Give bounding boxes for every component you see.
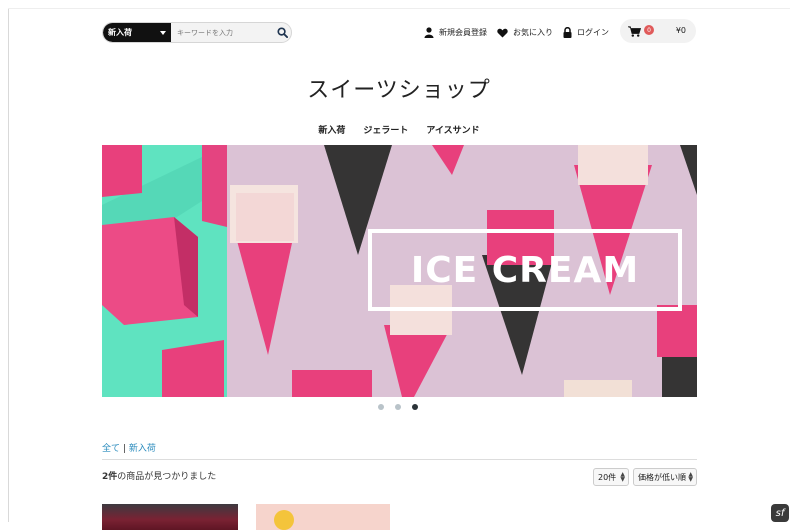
- hero-banner[interactable]: ICE CREAM: [102, 145, 697, 397]
- lemon-slice-image: [274, 510, 294, 530]
- signup-label: 新規会員登録: [439, 28, 487, 37]
- cart-total: ¥0: [675, 26, 686, 35]
- sort-value: 価格が低い順: [638, 472, 686, 482]
- select-arrows-icon: ▲ ▼: [620, 471, 625, 483]
- header-nav: 新規会員登録 お気に入り ログイン: [424, 22, 619, 43]
- breadcrumb-separator: |: [122, 444, 126, 454]
- category-nav: 新入荷 ジェラート アイスサンド: [0, 123, 798, 136]
- cart-count-badge: 0: [644, 25, 654, 35]
- results-count: 2件: [102, 472, 118, 482]
- carousel-dot-2[interactable]: [395, 404, 401, 410]
- breadcrumb: 全て | 新入荷: [102, 441, 156, 454]
- cart-button[interactable]: 0 ¥0: [620, 19, 696, 43]
- heart-icon: [497, 28, 508, 38]
- breadcrumb-current[interactable]: 新入荷: [129, 444, 156, 454]
- favorites-label: お気に入り: [513, 28, 553, 37]
- carousel-dot-1[interactable]: [378, 404, 384, 410]
- shop-title: スイーツショップ: [307, 78, 491, 103]
- category-select[interactable]: 新入荷: [103, 23, 171, 42]
- search-bar: 新入荷: [102, 22, 292, 43]
- category-ice-sandwich[interactable]: アイスサンド: [426, 123, 479, 136]
- login-link[interactable]: ログイン: [563, 27, 609, 38]
- sort-select[interactable]: 価格が低い順 ▲ ▼: [633, 468, 697, 486]
- signup-link[interactable]: 新規会員登録: [424, 27, 487, 38]
- product-thumbnail-2[interactable]: [256, 504, 390, 530]
- symfony-debug-icon[interactable]: sf: [771, 504, 789, 522]
- caret-down-icon: [160, 31, 166, 35]
- login-label: ログイン: [577, 28, 609, 37]
- product-thumbnail-1[interactable]: [102, 504, 238, 530]
- window-border-top: [8, 8, 790, 9]
- per-page-select[interactable]: 20件 ▲ ▼: [593, 468, 629, 486]
- results-text: の商品が見つかりました: [117, 472, 217, 482]
- banner-text: ICE CREAM: [410, 249, 640, 291]
- results-summary: 2件の商品が見つかりました: [102, 469, 216, 482]
- per-page-value: 20件: [598, 472, 617, 482]
- breadcrumb-all[interactable]: 全て: [102, 444, 120, 454]
- user-icon: [424, 27, 434, 38]
- carousel-dots: [378, 404, 418, 410]
- carousel-dot-3[interactable]: [412, 404, 418, 410]
- lock-icon: [563, 27, 572, 38]
- select-arrows-icon: ▲ ▼: [688, 471, 693, 483]
- search-button[interactable]: [273, 23, 291, 42]
- favorites-link[interactable]: お気に入り: [497, 27, 553, 38]
- divider: [102, 459, 697, 460]
- category-new[interactable]: 新入荷: [318, 123, 345, 136]
- cart-icon: [628, 25, 641, 37]
- search-icon: [276, 27, 288, 38]
- category-gelato[interactable]: ジェラート: [363, 123, 408, 136]
- category-select-value: 新入荷: [108, 28, 132, 37]
- search-input[interactable]: [171, 23, 273, 42]
